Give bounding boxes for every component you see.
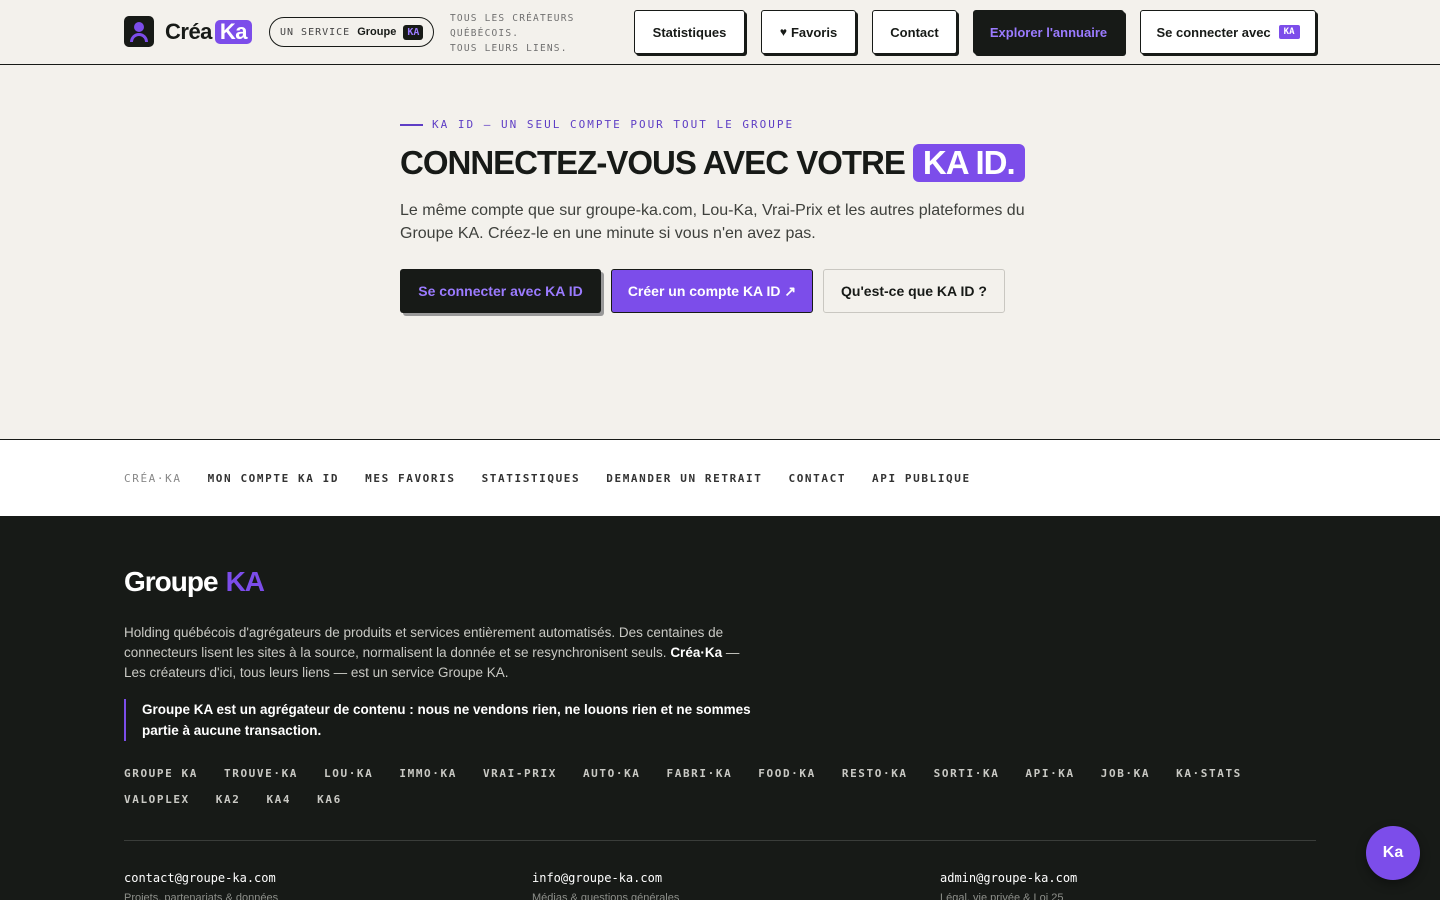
statistics-button[interactable]: Statistiques xyxy=(634,10,745,54)
logo[interactable]: Créa Ka xyxy=(124,16,253,47)
footer-desc-brand: Créa·Ka xyxy=(670,645,723,660)
site-link[interactable]: API·KA xyxy=(1025,767,1074,780)
chat-label: Ka xyxy=(1382,844,1404,861)
chat-button[interactable]: Ka xyxy=(1366,826,1420,880)
site-link[interactable]: KA2 xyxy=(216,793,241,806)
explore-directory-button[interactable]: Explorer l'annuaire xyxy=(973,10,1124,54)
explore-label: Explorer l'annuaire xyxy=(989,24,1108,40)
hero-eyebrow: KA ID — UN SEUL COMPTE POUR TOUT LE GROU… xyxy=(400,118,794,131)
footer-desc-text: Holding québécois d'agrégateurs de produ… xyxy=(124,625,724,660)
logo-name: Créa xyxy=(165,18,212,44)
tagline-line: QUÉBÉCOIS. xyxy=(450,28,520,39)
contact-button[interactable]: Contact xyxy=(872,10,957,54)
contact-email-desc: Projets, partenariats & données xyxy=(124,892,279,900)
site-link[interactable]: RESTO·KA xyxy=(842,767,908,780)
tagline: TOUS LES CRÉATEURS QUÉBÉCOIS. TOUS LEURS… xyxy=(450,11,575,56)
footer-description: Holding québécois d'agrégateurs de produ… xyxy=(124,623,764,683)
subnav-brand: CRÉA·KA xyxy=(124,472,182,485)
connect-button[interactable]: Se connecter avec KA xyxy=(1140,10,1316,54)
create-account-button[interactable]: Créer un compte KA ID ↗ xyxy=(611,269,813,313)
what-label: Qu'est-ce que KA ID ? xyxy=(841,283,987,299)
eyebrow-line xyxy=(400,123,423,126)
favorites-label: Favoris xyxy=(790,24,838,40)
site-link[interactable]: GROUPE KA xyxy=(124,767,198,780)
favorites-button[interactable]: ♥ Favoris xyxy=(761,10,856,54)
eyebrow-text: KA ID — UN SEUL COMPTE POUR TOUT LE GROU… xyxy=(432,118,795,131)
logo-text: Créa Ka xyxy=(165,18,253,45)
site-link[interactable]: IMMO·KA xyxy=(399,767,457,780)
login-label: Se connecter avec KA ID xyxy=(418,283,583,299)
login-ka-id-button[interactable]: Se connecter avec KA ID xyxy=(400,269,601,313)
tagline-line: TOUS LEURS LIENS. xyxy=(450,43,568,54)
footer-contact: info@groupe-ka.com Médias & questions gé… xyxy=(532,871,679,900)
footer-sites: GROUPE KA TROUVE·KA LOU·KA IMMO·KA VRAI-… xyxy=(124,767,1316,806)
site-link[interactable]: SORTI·KA xyxy=(934,767,1000,780)
statistics-label: Statistiques xyxy=(652,24,727,40)
subnav-item-api[interactable]: API PUBLIQUE xyxy=(872,472,971,485)
site-link[interactable]: KA·STATS xyxy=(1176,767,1242,780)
footer-disclaimer: Groupe KA est un agrégateur de contenu :… xyxy=(124,699,764,741)
subnav-item-removal[interactable]: DEMANDER UN RETRAIT xyxy=(606,472,762,485)
contact-email-link[interactable]: admin@groupe-ka.com xyxy=(940,871,1077,885)
heart-icon: ♥ xyxy=(779,25,787,39)
footer-logo-ka: KA xyxy=(225,566,265,597)
footer-logo-text: Groupe xyxy=(124,566,219,597)
site-link[interactable]: AUTO·KA xyxy=(583,767,641,780)
footer-contact: admin@groupe-ka.com Légal, vie privée & … xyxy=(940,871,1077,900)
footer-divider xyxy=(124,840,1316,841)
site-link[interactable]: FOOD·KA xyxy=(758,767,816,780)
secondary-nav: CRÉA·KA MON COMPTE KA ID MES FAVORIS STA… xyxy=(0,439,1440,516)
subnav-item-statistics[interactable]: STATISTIQUES xyxy=(482,472,581,485)
site-link[interactable]: VALOPLEX xyxy=(124,793,190,806)
ka-badge: KA xyxy=(1278,25,1300,39)
service-badge[interactable]: UN SERVICE Groupe KA xyxy=(269,17,435,47)
footer-contact: contact@groupe-ka.com Projets, partenari… xyxy=(124,871,278,900)
contact-email-desc: Légal, vie privée & Loi 25 xyxy=(940,892,1064,900)
page-title: CONNECTEZ-VOUS AVEC VOTRE KA ID. xyxy=(400,144,1025,182)
site-link[interactable]: TROUVE·KA xyxy=(224,767,298,780)
site-link[interactable]: JOB·KA xyxy=(1101,767,1150,780)
service-group: Groupe xyxy=(357,26,397,38)
subnav-item-favorites[interactable]: MES FAVORIS xyxy=(365,472,455,485)
contact-email-desc: Médias & questions générales xyxy=(532,892,680,900)
user-logo-icon xyxy=(124,16,154,47)
site-link[interactable]: LOU·KA xyxy=(324,767,373,780)
site-header: Créa Ka UN SERVICE Groupe KA TOUS LES CR… xyxy=(0,0,1440,65)
create-label: Créer un compte KA ID ↗ xyxy=(627,282,797,299)
site-link[interactable]: KA4 xyxy=(266,793,291,806)
subnav-item-account[interactable]: MON COMPTE KA ID xyxy=(208,472,340,485)
contact-email-link[interactable]: info@groupe-ka.com xyxy=(532,871,679,885)
what-is-ka-id-button[interactable]: Qu'est-ce que KA ID ? xyxy=(823,269,1005,313)
logo-ka: Ka xyxy=(214,19,253,44)
contact-email-link[interactable]: contact@groupe-ka.com xyxy=(124,871,278,885)
site-footer: Groupe KA Holding québécois d'agrégateurs… xyxy=(0,516,1440,900)
title-highlight: KA ID. xyxy=(912,144,1025,182)
hero-description: Le même compte que sur groupe-ka.com, Lo… xyxy=(400,202,1025,242)
service-ka: KA xyxy=(403,24,424,40)
site-link[interactable]: VRAI-PRIX xyxy=(483,767,557,780)
footer-logo[interactable]: Groupe KA xyxy=(124,566,265,598)
title-text: CONNECTEZ-VOUS AVEC VOTRE xyxy=(400,144,906,181)
contact-label: Contact xyxy=(890,24,939,40)
site-link[interactable]: KA6 xyxy=(317,793,342,806)
site-link[interactable]: FABRI·KA xyxy=(667,767,733,780)
subnav-item-contact[interactable]: CONTACT xyxy=(788,472,846,485)
tagline-line: TOUS LES CRÉATEURS xyxy=(450,13,575,24)
connect-label: Se connecter avec xyxy=(1156,24,1271,40)
service-label: UN SERVICE xyxy=(280,26,351,38)
